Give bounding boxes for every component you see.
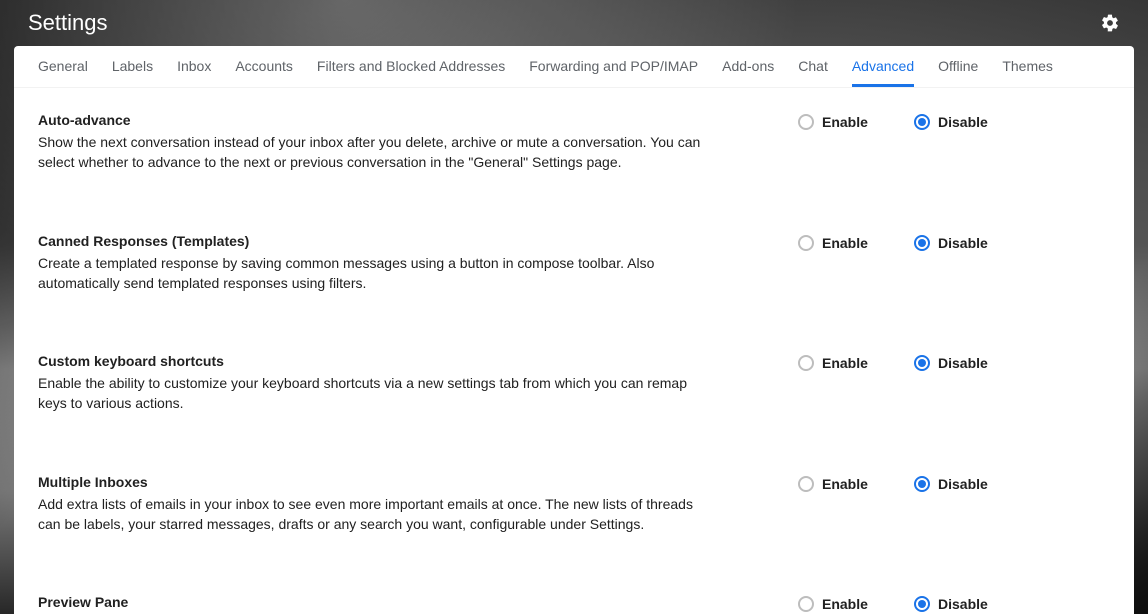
disable-radio[interactable]: Disable [914,235,1000,251]
row-custom-shortcuts: Custom keyboard shortcuts Enable the abi… [38,353,1110,474]
disable-radio[interactable]: Disable [914,596,1000,612]
tab-advanced[interactable]: Advanced [852,58,914,87]
radio-icon [798,476,814,492]
disable-radio[interactable]: Disable [914,114,1000,130]
row-text: Custom keyboard shortcuts Enable the abi… [38,353,718,414]
radio-icon [798,114,814,130]
row-text: Auto-advance Show the next conversation … [38,112,718,173]
radio-label: Disable [938,476,988,492]
settings-header: Settings [0,0,1148,46]
settings-tabs: General Labels Inbox Accounts Filters an… [14,46,1134,88]
row-title: Preview Pane [38,594,666,610]
enable-radio[interactable]: Enable [798,476,884,492]
row-preview-pane: Preview Pane Enable the ability to toggl… [38,594,1110,614]
radio-label: Enable [822,114,868,130]
row-controls: Enable Disable [798,594,1110,612]
row-description: Add extra lists of emails in your inbox … [38,494,718,535]
disable-radio[interactable]: Disable [914,355,1000,371]
radio-label: Disable [938,235,988,251]
row-text: Preview Pane Enable the ability to toggl… [38,594,666,614]
radio-label: Enable [822,476,868,492]
enable-radio[interactable]: Enable [798,114,884,130]
gear-icon[interactable] [1100,13,1120,33]
row-description: Enable the ability to customize your key… [38,373,718,414]
row-text: Multiple Inboxes Add extra lists of emai… [38,474,718,535]
radio-label: Enable [822,235,868,251]
row-multiple-inboxes: Multiple Inboxes Add extra lists of emai… [38,474,1110,595]
radio-label: Disable [938,355,988,371]
radio-icon [798,355,814,371]
row-description: Show the next conversation instead of yo… [38,132,718,173]
row-controls: Enable Disable [798,353,1110,371]
radio-icon [914,355,930,371]
radio-label: Enable [822,596,868,612]
row-description: Create a templated response by saving co… [38,253,718,294]
row-auto-advance: Auto-advance Show the next conversation … [38,112,1110,233]
row-title: Multiple Inboxes [38,474,718,490]
radio-icon [798,235,814,251]
radio-label: Disable [938,596,988,612]
row-controls: Enable Disable [798,474,1110,492]
radio-icon [914,235,930,251]
tab-filters[interactable]: Filters and Blocked Addresses [317,58,505,84]
radio-label: Disable [938,114,988,130]
row-controls: Enable Disable [798,112,1110,130]
tab-offline[interactable]: Offline [938,58,978,84]
row-title: Auto-advance [38,112,718,128]
tab-accounts[interactable]: Accounts [235,58,293,84]
radio-icon [914,476,930,492]
radio-icon [914,114,930,130]
enable-radio[interactable]: Enable [798,355,884,371]
radio-label: Enable [822,355,868,371]
tab-forwarding[interactable]: Forwarding and POP/IMAP [529,58,698,84]
row-text: Canned Responses (Templates) Create a te… [38,233,718,294]
tab-inbox[interactable]: Inbox [177,58,211,84]
page-title: Settings [28,10,108,36]
row-canned-responses: Canned Responses (Templates) Create a te… [38,233,1110,354]
radio-icon [914,596,930,612]
row-title: Canned Responses (Templates) [38,233,718,249]
radio-icon [798,596,814,612]
row-controls: Enable Disable [798,233,1110,251]
settings-content: Auto-advance Show the next conversation … [14,88,1134,614]
enable-radio[interactable]: Enable [798,235,884,251]
tab-general[interactable]: General [38,58,88,84]
tab-labels[interactable]: Labels [112,58,153,84]
tab-chat[interactable]: Chat [798,58,828,84]
tab-addons[interactable]: Add-ons [722,58,774,84]
settings-panel: General Labels Inbox Accounts Filters an… [14,46,1134,614]
row-title: Custom keyboard shortcuts [38,353,718,369]
tab-themes[interactable]: Themes [1002,58,1053,84]
enable-radio[interactable]: Enable [798,596,884,612]
disable-radio[interactable]: Disable [914,476,1000,492]
